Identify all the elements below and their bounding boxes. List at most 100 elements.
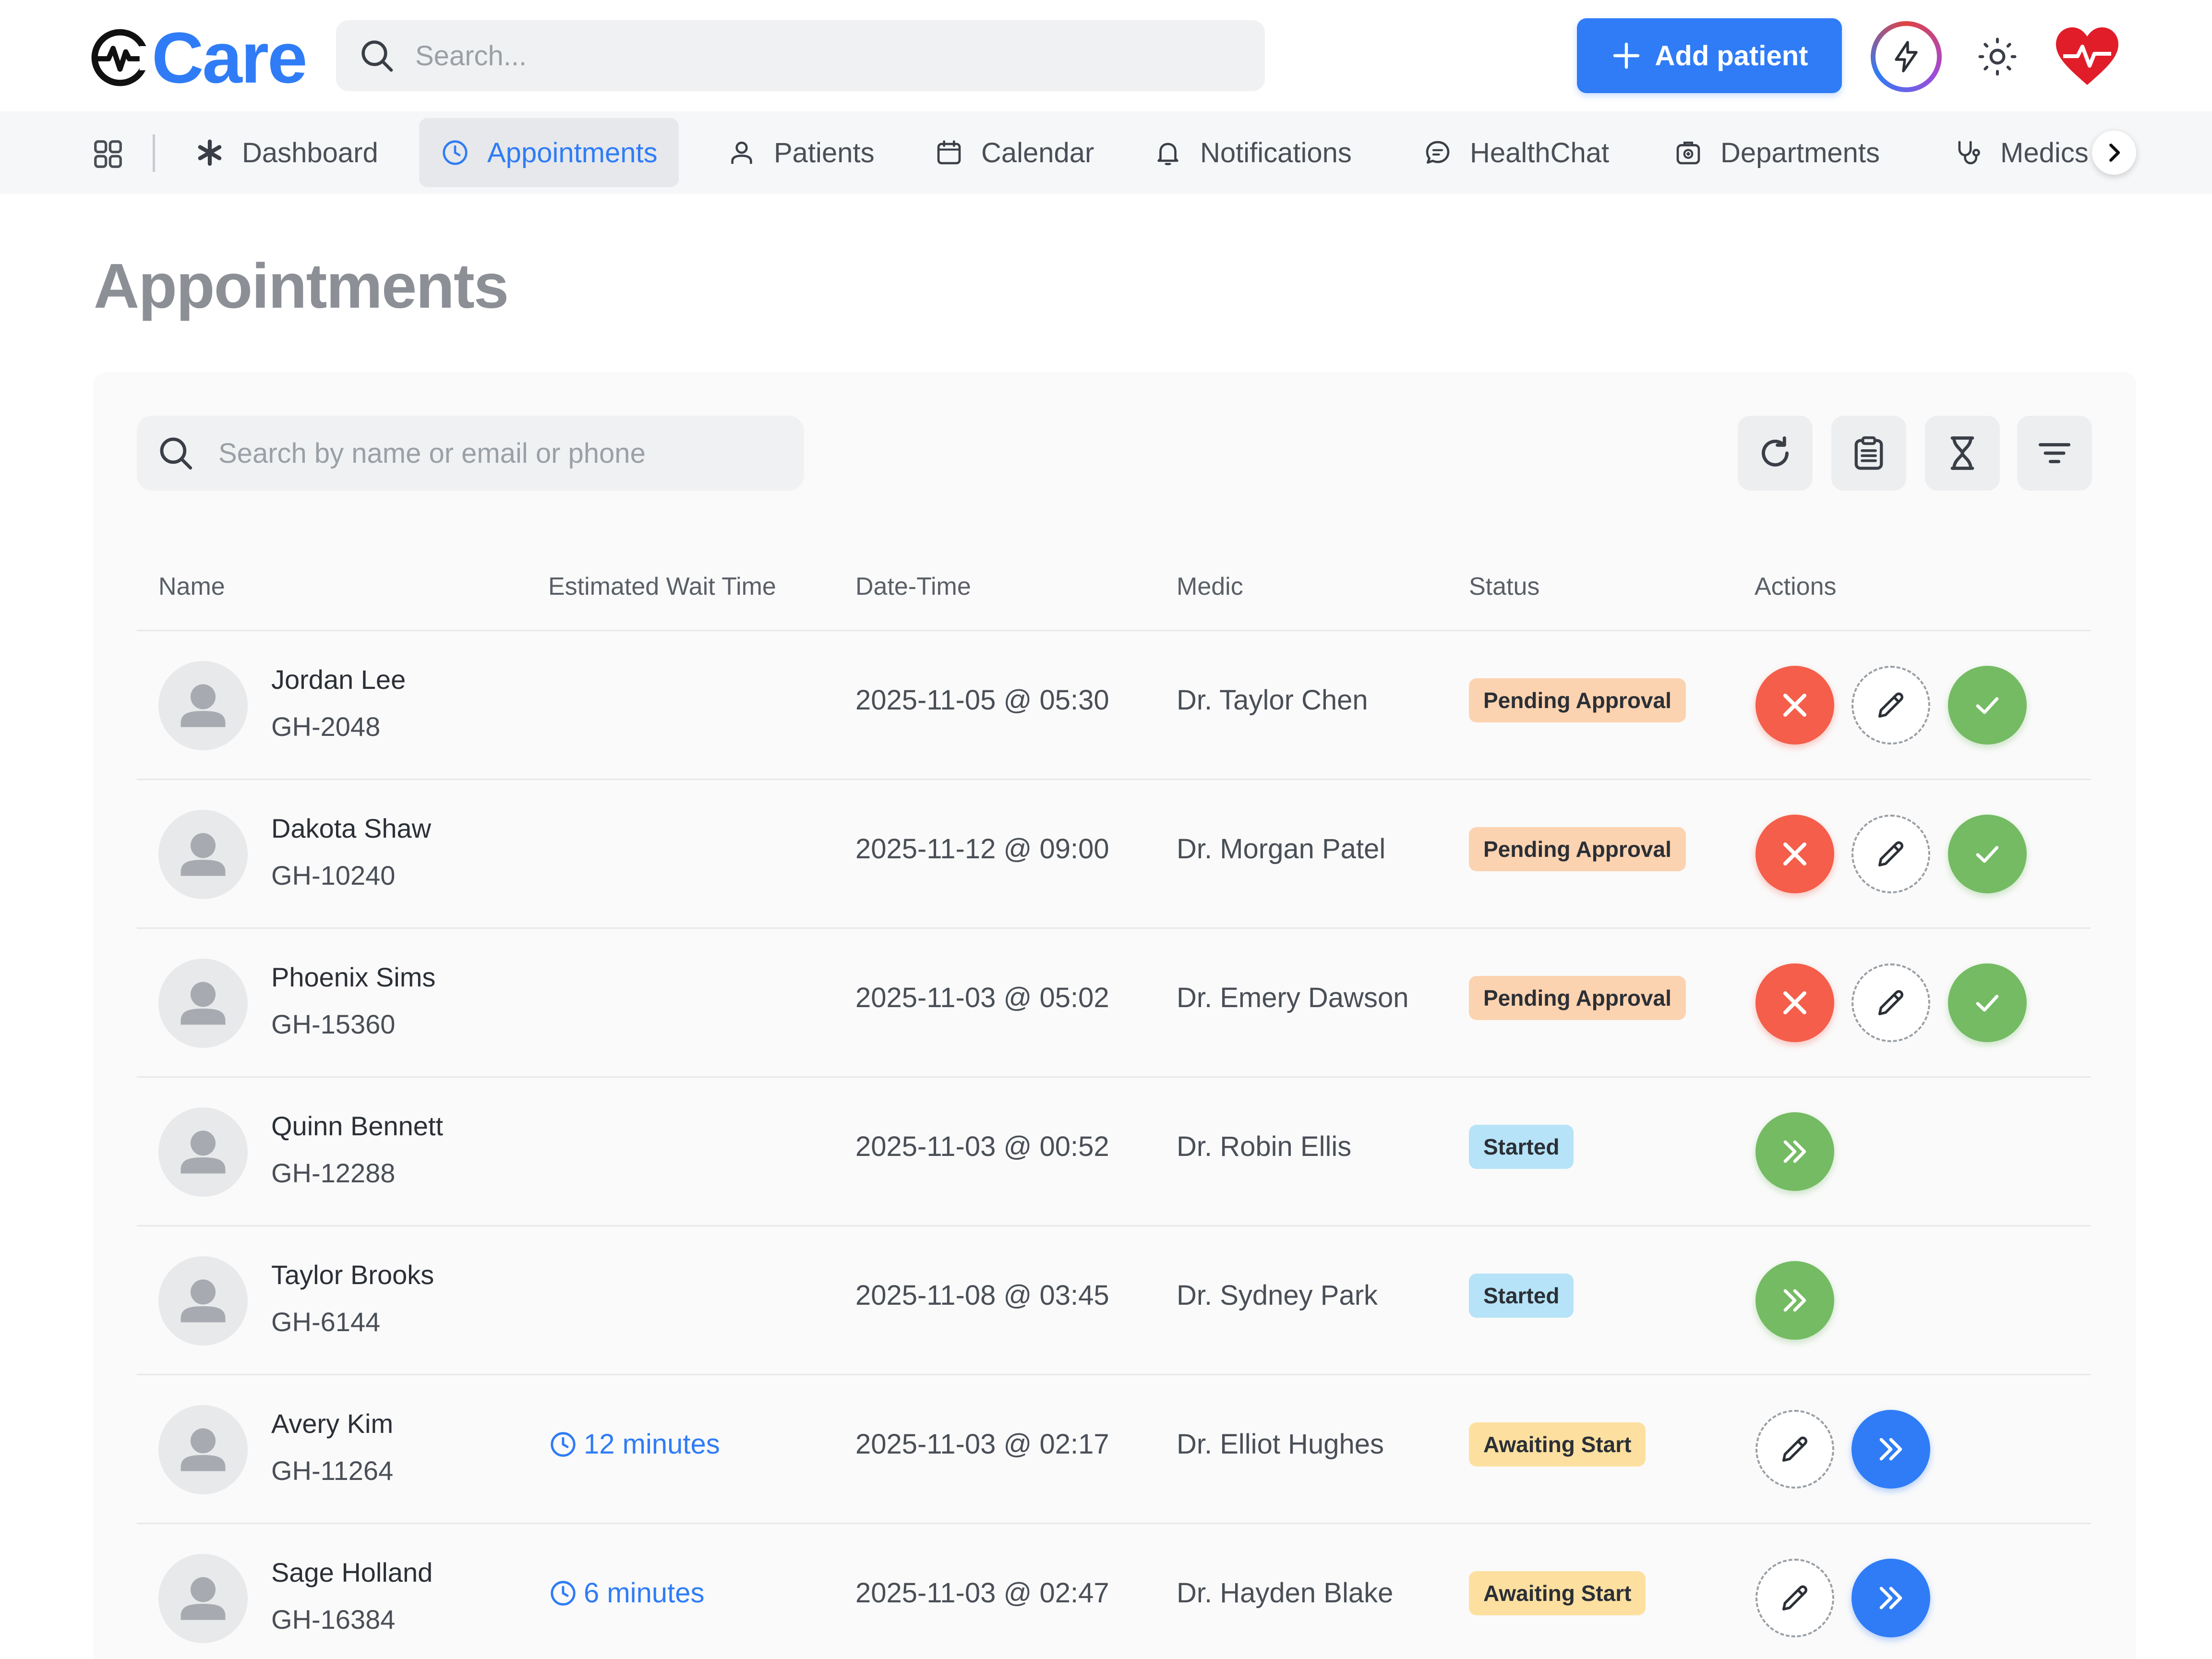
patient-name[interactable]: Phoenix Sims — [271, 962, 435, 993]
check-icon — [1976, 846, 1999, 863]
table-row[interactable]: Quinn Bennett GH-12288 2025-11-03 @ 00:5… — [137, 1078, 2091, 1226]
table-row[interactable]: Jordan Lee GH-2048 2025-11-05 @ 05:30 Dr… — [137, 631, 2091, 780]
double-chevron-right-icon — [1783, 1140, 1806, 1163]
reject-button[interactable] — [1755, 815, 1834, 893]
global-search-input[interactable] — [415, 39, 1207, 72]
edit-button[interactable] — [1851, 815, 1930, 893]
appointment-datetime: 2025-11-03 @ 05:02 — [855, 982, 1109, 1013]
approve-button[interactable] — [1948, 815, 2027, 893]
patient-name[interactable]: Jordan Lee — [271, 664, 406, 695]
approve-button[interactable] — [1948, 963, 2027, 1042]
pencil-icon — [1878, 990, 1903, 1015]
table-search-input[interactable] — [218, 437, 794, 469]
table-search[interactable] — [137, 416, 804, 491]
nav-item-departments[interactable]: Departments — [1652, 118, 1901, 187]
add-patient-button[interactable]: Add patient — [1577, 18, 1842, 93]
medic-name: Dr. Elliot Hughes — [1177, 1429, 1384, 1460]
nav-item-dashboard[interactable]: Dashboard — [174, 118, 399, 187]
close-icon — [1783, 694, 1806, 717]
patient-name[interactable]: Sage Holland — [271, 1557, 433, 1588]
patient-id: GH-11264 — [271, 1455, 394, 1486]
start-button[interactable] — [1851, 1559, 1930, 1637]
brand-logo[interactable]: Care — [91, 19, 308, 96]
approve-button[interactable] — [1948, 666, 2027, 745]
column-header-name[interactable]: Name — [158, 572, 225, 601]
edit-button[interactable] — [1755, 1559, 1834, 1637]
edit-button[interactable] — [1755, 1410, 1834, 1489]
user-icon — [731, 142, 752, 164]
nav-item-calendar[interactable]: Calendar — [913, 118, 1115, 187]
user-placeholder-icon — [180, 1130, 226, 1174]
nav-item-label: Notifications — [1200, 137, 1352, 168]
continue-button[interactable] — [1755, 1261, 1834, 1340]
page-title: Appointments — [94, 251, 509, 321]
close-icon — [1783, 991, 1806, 1014]
double-chevron-right-icon — [1879, 1438, 1902, 1461]
nav-item-label: Departments — [1720, 137, 1880, 168]
appointment-datetime: 2025-11-05 @ 05:30 — [855, 685, 1109, 716]
start-button[interactable] — [1851, 1410, 1930, 1489]
nav-item-label: Appointments — [487, 137, 658, 168]
continue-button[interactable] — [1755, 1112, 1834, 1191]
table-row[interactable]: Dakota Shaw GH-10240 2025-11-12 @ 09:00 … — [137, 780, 2091, 929]
user-placeholder-icon — [180, 982, 226, 1025]
building-icon — [1676, 142, 1700, 165]
check-icon — [1976, 697, 1999, 714]
nav-item-appointments[interactable]: Appointments — [419, 118, 679, 187]
appointment-datetime: 2025-11-08 @ 03:45 — [855, 1280, 1109, 1311]
column-header-medic[interactable]: Medic — [1177, 572, 1243, 601]
medic-name: Dr. Emery Dawson — [1177, 982, 1409, 1013]
avatar — [158, 810, 248, 899]
nav-item-label: Patients — [774, 137, 875, 168]
reject-button[interactable] — [1755, 666, 1834, 745]
avatar — [158, 1554, 248, 1643]
clipboard-button[interactable] — [1831, 416, 1906, 491]
edit-button[interactable] — [1851, 666, 1930, 745]
nav-item-notifications[interactable]: Notifications — [1132, 118, 1373, 187]
nav-item-medics[interactable]: Medics — [1932, 118, 2110, 187]
heartbeat-logo-icon — [91, 29, 149, 86]
top-bar: Care Add patient — [0, 0, 2212, 111]
avatar — [158, 959, 248, 1048]
table-row[interactable]: Sage Holland GH-16384 6 minutes 2025-11-… — [137, 1524, 2091, 1659]
table-row[interactable]: Taylor Brooks GH-6144 2025-11-08 @ 03:45… — [137, 1226, 2091, 1375]
refresh-icon — [1762, 436, 1789, 467]
edit-button[interactable] — [1851, 963, 1930, 1042]
nav-item-healthchat[interactable]: HealthChat — [1402, 118, 1630, 187]
reject-button[interactable] — [1755, 963, 1834, 1042]
status-badge: Pending Approval — [1469, 678, 1686, 722]
heart-pulse-icon[interactable] — [2054, 25, 2121, 87]
table-row[interactable]: Avery Kim GH-11264 12 minutes 2025-11-03… — [137, 1375, 2091, 1524]
refresh-button[interactable] — [1738, 416, 1813, 491]
wait-time-button[interactable] — [1925, 416, 2000, 491]
status-badge: Started — [1469, 1125, 1574, 1169]
nav-item-patients[interactable]: Patients — [706, 118, 896, 187]
nav-scroll-right-button[interactable] — [2092, 131, 2136, 175]
column-header-actions: Actions — [1755, 573, 1837, 601]
column-header-wait-time[interactable]: Estimated Wait Time — [548, 572, 776, 601]
patient-name[interactable]: Quinn Bennett — [271, 1110, 443, 1142]
medic-name: Dr. Sydney Park — [1177, 1280, 1378, 1311]
patient-name[interactable]: Dakota Shaw — [271, 813, 431, 844]
pencil-icon — [1782, 1585, 1807, 1611]
status-badge: Awaiting Start — [1469, 1571, 1646, 1615]
column-header-date-time[interactable]: Date-Time — [855, 572, 971, 601]
column-header-status[interactable]: Status — [1469, 572, 1539, 601]
nav-divider — [153, 134, 155, 172]
filter-button[interactable] — [2017, 416, 2092, 491]
add-patient-label: Add patient — [1655, 40, 1808, 72]
quick-actions-button[interactable] — [1871, 21, 1942, 92]
asterisk-icon — [198, 139, 222, 166]
patient-id: GH-10240 — [271, 860, 396, 890]
patient-name[interactable]: Taylor Brooks — [271, 1259, 434, 1290]
wait-time-value: 12 minutes — [584, 1429, 720, 1460]
sun-icon[interactable] — [1975, 35, 2020, 79]
nav-item-label: Medics — [2000, 137, 2089, 168]
apps-grid-icon[interactable] — [91, 137, 125, 171]
global-search[interactable] — [336, 20, 1265, 91]
patient-name[interactable]: Avery Kim — [271, 1408, 393, 1439]
table-row[interactable]: Phoenix Sims GH-15360 2025-11-03 @ 05:02… — [137, 929, 2091, 1078]
double-chevron-right-icon — [1879, 1587, 1902, 1610]
pencil-icon — [1878, 692, 1903, 718]
pencil-icon — [1878, 841, 1903, 866]
